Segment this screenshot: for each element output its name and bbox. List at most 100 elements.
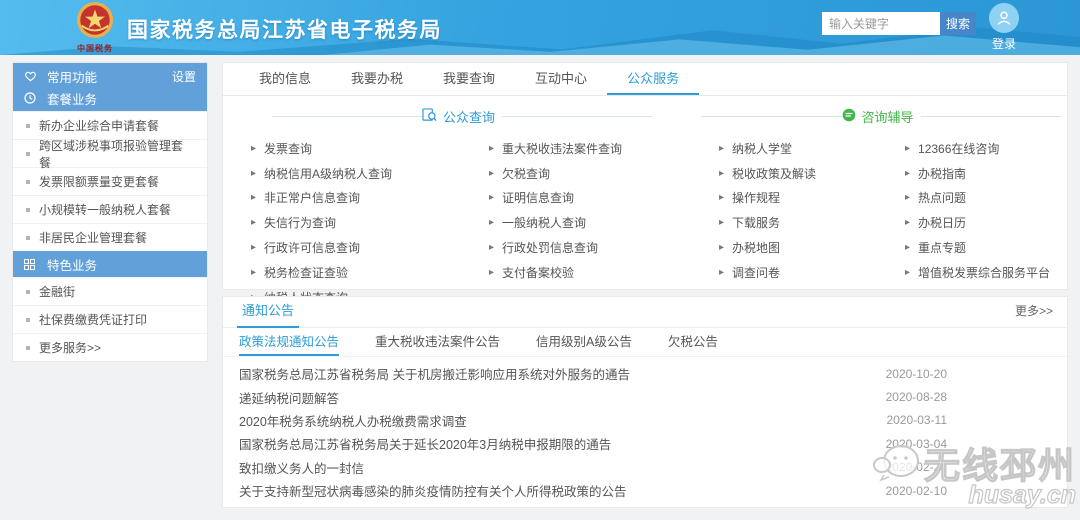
link-download-service[interactable]: 下载服务 [719, 210, 905, 235]
user-avatar-icon[interactable] [989, 3, 1019, 33]
link-operation-rules[interactable]: 操作规程 [719, 186, 905, 211]
link-label: 证明信息查询 [502, 191, 575, 206]
consult-title: 咨询辅导 [861, 109, 914, 125]
link-label: 行政处罚信息查询 [502, 241, 599, 256]
sidebar-item-small-to-general[interactable]: 小规模转一般纳税人套餐 [13, 195, 207, 223]
link-dishonesty-query[interactable]: 失信行为查询 [251, 210, 489, 235]
subtab-policy-notices[interactable]: 政策法规通知公告 [239, 328, 340, 356]
link-key-topics[interactable]: 重点专题 [905, 235, 1075, 260]
subtab-tax-arrears[interactable]: 欠税公告 [668, 328, 718, 356]
caret-icon [905, 217, 910, 228]
sidebar-item-label: 非居民企业管理套餐 [39, 231, 148, 245]
sidebar-common-label: 常用功能 [47, 70, 98, 85]
tab-my-info[interactable]: 我的信息 [239, 63, 331, 95]
public-query-links: 发票查询 纳税信用A级纳税人查询 非正常户信息查询 失信行为查询 行政许可信息查… [223, 136, 701, 310]
link-credit-a-query[interactable]: 纳税信用A级纳税人查询 [251, 161, 489, 186]
caret-icon [905, 168, 910, 179]
caret-icon [905, 242, 910, 253]
subtab-credit-a[interactable]: 信用级别A级公告 [536, 328, 632, 356]
news-row[interactable]: 致扣缴义务人的一封信 2020-02-28 [239, 456, 1051, 479]
sidebar-blue-header: 常用功能 设置 套餐业务 [13, 63, 207, 111]
link-major-violation-query[interactable]: 重大税收违法案件查询 [489, 136, 709, 161]
tab-do-tax[interactable]: 我要办税 [331, 63, 423, 95]
more-link[interactable]: 更多>> [1015, 302, 1053, 327]
link-admin-penalty-query[interactable]: 行政处罚信息查询 [489, 235, 709, 260]
public-query-group: 公众查询 发票查询 纳税信用A级纳税人查询 非正常户信息查询 失信行为查询 行政… [223, 106, 701, 310]
consult-header: 咨询辅导 [701, 106, 1062, 126]
sidebar-item-common-functions[interactable]: 常用功能 设置 [13, 65, 207, 87]
sidebar-item-invoice-quota[interactable]: 发票限额票量变更套餐 [13, 167, 207, 195]
sidebar-item-cross-region[interactable]: 跨区域涉税事项报验管理套餐 [13, 139, 207, 170]
link-general-taxpayer-query[interactable]: 一般纳税人查询 [489, 210, 709, 235]
sidebar-item-label: 发票限额票量变更套餐 [39, 175, 160, 189]
news-row[interactable]: 递延纳税问题解答 2020-08-28 [239, 385, 1051, 408]
link-taxpayer-school[interactable]: 纳税人学堂 [719, 136, 905, 161]
caret-icon [905, 143, 910, 154]
link-certificate-info-query[interactable]: 证明信息查询 [489, 186, 709, 211]
login-block[interactable]: 登录 [985, 3, 1023, 52]
caret-icon [719, 217, 724, 228]
caret-icon [251, 192, 256, 203]
link-label: 办税指南 [918, 166, 967, 181]
news-date: 2020-08-28 [885, 390, 947, 405]
link-abnormal-account-query[interactable]: 非正常户信息查询 [251, 186, 489, 211]
sidebar-item-new-enterprise[interactable]: 新办企业综合申请套餐 [13, 111, 207, 139]
sidebar: 常用功能 设置 套餐业务 新办企业综合申请套餐 跨区域涉税事项报验管理套餐 发票… [12, 62, 208, 362]
news-row[interactable]: 关于支持新型冠状病毒感染的肺炎疫情防控有关个人所得税政策的公告 2020-02-… [239, 479, 1051, 502]
link-label: 12366在线咨询 [918, 141, 1000, 156]
bullet-icon [26, 289, 30, 294]
sidebar-item-special-business[interactable]: 特色业务 [13, 251, 207, 277]
link-hot-questions[interactable]: 热点问题 [905, 186, 1075, 211]
sidebar-item-more-services[interactable]: 更多服务>> [13, 333, 207, 361]
link-tax-policy[interactable]: 税收政策及解读 [719, 161, 905, 186]
sidebar-item-social-insurance-print[interactable]: 社保费缴费凭证打印 [13, 305, 207, 333]
bullet-icon [26, 179, 30, 184]
news-title: 致扣缴义务人的一封信 [239, 461, 365, 476]
link-label: 重大税收违法案件查询 [502, 141, 623, 156]
tab-interaction-center[interactable]: 互动中心 [515, 63, 607, 95]
news-row[interactable]: 国家税务总局江苏省税务局关于延长2020年3月纳税申报期限的通告 2020-03… [239, 432, 1051, 455]
sidebar-item-financial-street[interactable]: 金融街 [13, 277, 207, 305]
link-12366-online[interactable]: 12366在线咨询 [905, 136, 1075, 161]
tab-public-service[interactable]: 公众服务 [607, 63, 700, 95]
link-inspection-cert-check[interactable]: 税务检查证查验 [251, 260, 489, 285]
link-invoice-query[interactable]: 发票查询 [251, 136, 489, 161]
link-admin-license-query[interactable]: 行政许可信息查询 [251, 235, 489, 260]
notices-title-tab[interactable]: 通知公告 [237, 300, 300, 328]
settings-link[interactable]: 设置 [172, 68, 196, 85]
news-row[interactable]: 国家税务总局江苏省税务局 关于机房搬迁影响应用系统对外服务的通告 2020-10… [239, 362, 1051, 385]
sidebar-item-label: 更多服务>> [39, 341, 102, 355]
sidebar-item-package-business[interactable]: 套餐业务 [13, 87, 207, 109]
sidebar-item-label: 小规模转一般纳税人套餐 [39, 203, 172, 217]
link-label: 税收政策及解读 [732, 166, 817, 181]
services-card: 我的信息 我要办税 我要查询 互动中心 公众服务 公众查询 发票查询 纳税信用A… [222, 62, 1068, 305]
link-tax-arrears-query[interactable]: 欠税查询 [489, 161, 709, 186]
link-tax-map[interactable]: 办税地图 [719, 235, 905, 260]
login-label[interactable]: 登录 [985, 35, 1023, 52]
caret-icon [719, 143, 724, 154]
heart-icon [24, 70, 38, 82]
link-vat-invoice-platform[interactable]: 增值税发票综合服务平台 [905, 260, 1075, 285]
subtab-major-violation[interactable]: 重大税收违法案件公告 [375, 328, 500, 356]
caret-icon [251, 143, 256, 154]
notices-sub-tabs: 政策法规通知公告 重大税收违法案件公告 信用级别A级公告 欠税公告 [223, 328, 1067, 357]
search-input[interactable] [822, 12, 940, 35]
sidebar-item-non-resident[interactable]: 非居民企业管理套餐 [13, 223, 207, 251]
divider-line [701, 115, 842, 117]
caret-icon [719, 168, 724, 179]
consult-group: 咨询辅导 纳税人学堂 税收政策及解读 操作规程 下载服务 办税地图 调查问卷 1… [701, 106, 1062, 310]
bullet-icon [26, 317, 30, 322]
link-tax-guide[interactable]: 办税指南 [905, 161, 1075, 186]
news-row[interactable]: 2020年税务系统纳税人办税缴费需求调查 2020-03-11 [239, 409, 1051, 432]
link-survey[interactable]: 调查问卷 [719, 260, 905, 285]
link-tax-calendar[interactable]: 办税日历 [905, 210, 1075, 235]
national-emblem-icon [76, 1, 114, 43]
link-payment-record-check[interactable]: 支付备案校验 [489, 260, 709, 285]
link-label: 操作规程 [732, 191, 781, 206]
tab-query[interactable]: 我要查询 [423, 63, 515, 95]
consult-links: 纳税人学堂 税收政策及解读 操作规程 下载服务 办税地图 调查问卷 12366在… [701, 136, 1061, 285]
search-button[interactable]: 搜索 [940, 12, 976, 35]
link-label: 支付备案校验 [502, 265, 575, 280]
link-label: 调查问卷 [732, 265, 781, 280]
notices-card: 通知公告 更多>> 政策法规通知公告 重大税收违法案件公告 信用级别A级公告 欠… [222, 296, 1068, 508]
